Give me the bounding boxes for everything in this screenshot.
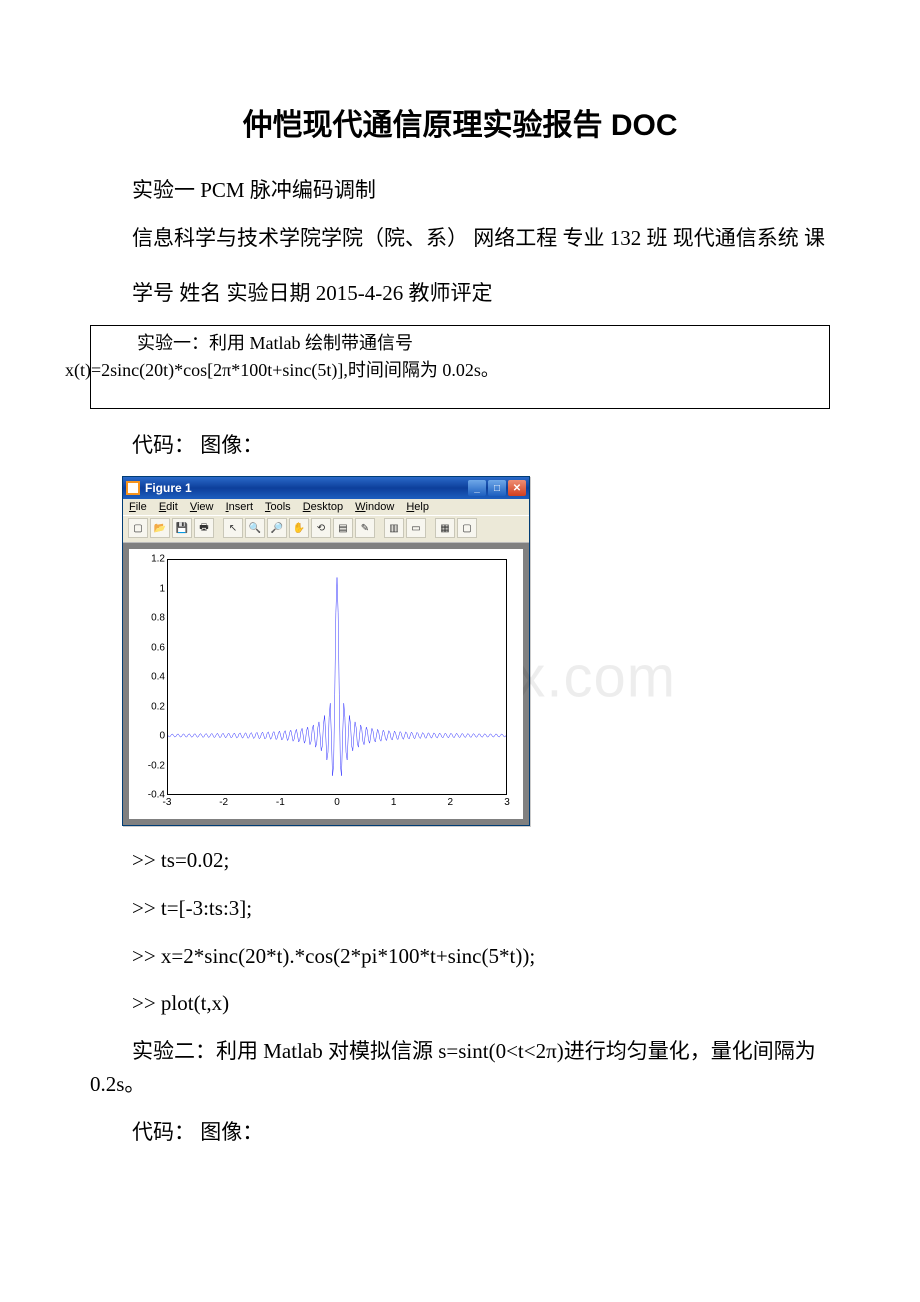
- zoom-out-icon[interactable]: 🔎: [267, 518, 287, 538]
- code-line-4: >> plot(t,x): [90, 987, 830, 1021]
- menu-insert[interactable]: Insert: [226, 501, 254, 513]
- menu-file[interactable]: File: [129, 501, 147, 513]
- ytick: 1.2: [135, 554, 165, 565]
- matlab-icon: [126, 481, 140, 495]
- box-line-1: 实验一：利用 Matlab 绘制带通信号: [137, 333, 413, 353]
- course-info: 信息科学与技术学院学院（院、系） 网络工程 专业 132 班 现代通信系统 课: [90, 222, 830, 256]
- ytick: 0.4: [135, 672, 165, 683]
- menu-edit[interactable]: Edit: [159, 501, 178, 513]
- print-icon[interactable]: 🖶: [194, 518, 214, 538]
- close-button[interactable]: ✕: [508, 480, 526, 496]
- menu-desktop[interactable]: Desktop: [303, 501, 343, 513]
- xtick: -2: [219, 797, 228, 808]
- subplot-icon[interactable]: ▦: [435, 518, 455, 538]
- minimize-button[interactable]: _: [468, 480, 486, 496]
- pointer-icon[interactable]: ↖: [223, 518, 243, 538]
- toolbar-separator: [428, 518, 433, 536]
- datacursor-icon[interactable]: ▤: [333, 518, 353, 538]
- save-icon[interactable]: 💾: [172, 518, 192, 538]
- axes: [167, 559, 507, 795]
- code-line-3: >> x=2*sinc(20*t).*cos(2*pi*100*t+sinc(5…: [90, 940, 830, 974]
- ytick: 0.8: [135, 613, 165, 624]
- code-line-1: >> ts=0.02;: [90, 844, 830, 878]
- rotate-icon[interactable]: ⟲: [311, 518, 331, 538]
- code-image-label-1: 代码： 图像：: [90, 429, 830, 463]
- figure-titlebar[interactable]: Figure 1 _ □ ✕: [123, 477, 529, 499]
- menu-window[interactable]: Window: [355, 501, 394, 513]
- axes-icon[interactable]: ▢: [457, 518, 477, 538]
- brush-icon[interactable]: ✎: [355, 518, 375, 538]
- student-info: 学号 姓名 实验日期 2015-4-26 教师评定: [90, 277, 830, 311]
- maximize-button[interactable]: □: [488, 480, 506, 496]
- ytick: -0.4: [135, 790, 165, 801]
- xtick: -3: [163, 797, 172, 808]
- new-file-icon[interactable]: ▢: [128, 518, 148, 538]
- ytick: 0: [135, 731, 165, 742]
- box-line-2: x(t)=2sinc(20t)*cos[2π*100t+sinc(5t)],时间…: [65, 357, 499, 384]
- figure-menubar[interactable]: File Edit View Insert Tools Desktop Wind…: [123, 499, 529, 515]
- figure-toolbar: ▢ 📂 💾 🖶 ↖ 🔍 🔎 ✋ ⟲ ▤ ✎ ▥ ▭ ▦ ▢: [123, 515, 529, 543]
- toolbar-separator: [216, 518, 221, 536]
- code-image-label-2: 代码： 图像：: [90, 1116, 830, 1150]
- problem-box: 实验一：利用 Matlab 绘制带通信号 x(t)=2sinc(20t)*cos…: [90, 325, 830, 409]
- open-icon[interactable]: 📂: [150, 518, 170, 538]
- xtick: 0: [334, 797, 340, 808]
- ytick: 1: [135, 583, 165, 594]
- figure-title: Figure 1: [145, 481, 466, 495]
- experiment-2-desc: 实验二：利用 Matlab 对模拟信源 s=sint(0<t<2π)进行均匀量化…: [90, 1035, 830, 1102]
- zoom-in-icon[interactable]: 🔍: [245, 518, 265, 538]
- pan-icon[interactable]: ✋: [289, 518, 309, 538]
- code-line-2: >> t=[-3:ts:3];: [90, 892, 830, 926]
- menu-help[interactable]: Help: [406, 501, 429, 513]
- ytick: 0.6: [135, 642, 165, 653]
- xtick: 2: [448, 797, 454, 808]
- toolbar-separator: [377, 518, 382, 536]
- page-title: 仲恺现代通信原理实验报告 DOC: [90, 100, 830, 144]
- experiment-subtitle: 实验一 PCM 脉冲编码调制: [90, 174, 830, 208]
- figure-plot-container: 1.2 1 0.8 0.6 0.4 0.2 0 -0.2 -0.4 -3 -2 …: [123, 543, 529, 825]
- signal-plot: [168, 560, 506, 794]
- plot-area[interactable]: 1.2 1 0.8 0.6 0.4 0.2 0 -0.2 -0.4 -3 -2 …: [129, 549, 523, 819]
- matlab-figure-window: Figure 1 _ □ ✕ File Edit View Insert Too…: [122, 476, 530, 826]
- menu-view[interactable]: View: [190, 501, 214, 513]
- xtick: 1: [391, 797, 397, 808]
- xtick: 3: [504, 797, 510, 808]
- ytick: 0.2: [135, 701, 165, 712]
- colorbar-icon[interactable]: ▥: [384, 518, 404, 538]
- ytick: -0.2: [135, 760, 165, 771]
- xtick: -1: [276, 797, 285, 808]
- menu-tools[interactable]: Tools: [265, 501, 291, 513]
- legend-icon[interactable]: ▭: [406, 518, 426, 538]
